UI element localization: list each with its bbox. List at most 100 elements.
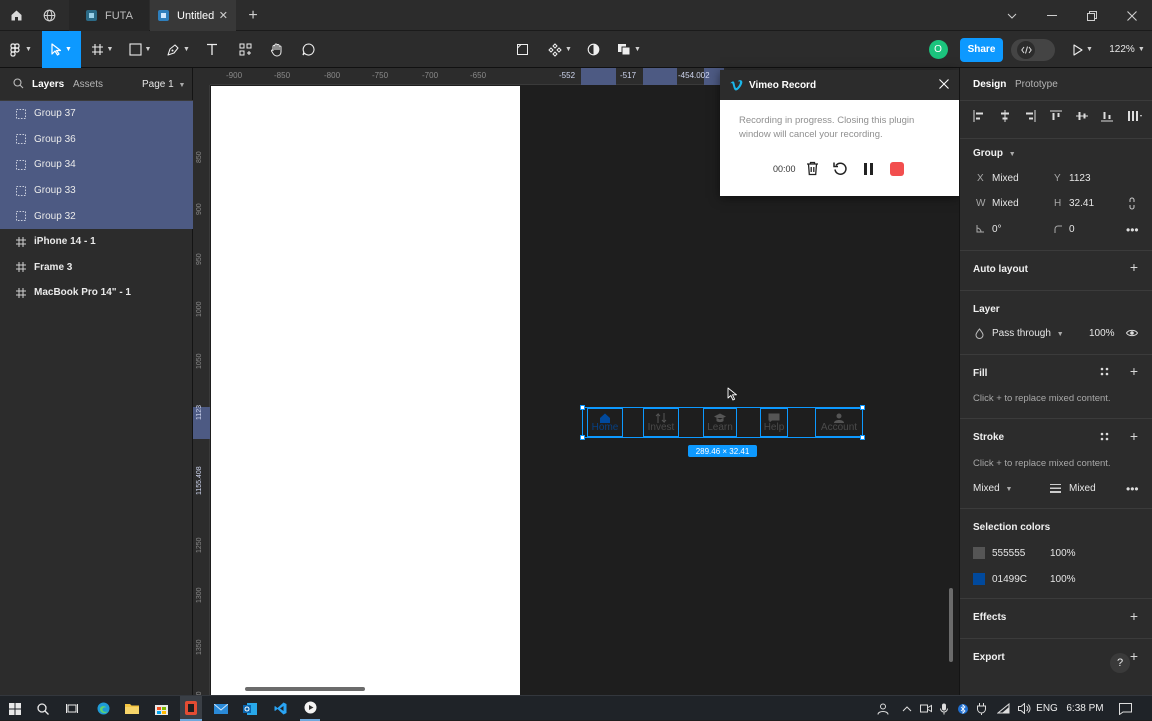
stroke-weight-input[interactable]: Mixed — [1069, 483, 1096, 494]
visibility-eye-icon[interactable] — [1126, 329, 1138, 337]
avatar[interactable]: O — [927, 31, 949, 68]
color-swatch[interactable] — [973, 572, 985, 585]
main-menu-button[interactable]: ▼ — [4, 31, 38, 68]
show-hidden-icons-button[interactable] — [899, 696, 915, 721]
close-plugin-icon[interactable] — [939, 79, 949, 89]
pause-recording-icon[interactable] — [863, 163, 874, 175]
microphone-tray-icon[interactable] — [937, 696, 951, 721]
present-button[interactable]: ▼ — [1068, 31, 1098, 68]
y-input[interactable]: 1123 — [1069, 173, 1091, 184]
power-tray-icon[interactable] — [974, 696, 988, 721]
vscode-taskbar-icon[interactable] — [270, 696, 290, 721]
dev-mode-toggle[interactable] — [1011, 31, 1055, 68]
add-effect-icon[interactable]: + — [1130, 609, 1138, 623]
language-indicator[interactable]: ENG — [1035, 696, 1059, 721]
layer-row[interactable]: Group 36 — [0, 126, 193, 153]
group-dropdown[interactable]: Group ▼ — [973, 148, 1016, 159]
shape-tool-button[interactable]: ▼ — [124, 31, 156, 68]
hand-tool-button[interactable] — [265, 31, 287, 68]
fill-styles-icon[interactable] — [1100, 367, 1109, 376]
horizontal-scrollbar[interactable] — [245, 687, 365, 691]
page-selector[interactable]: Page 1 ▼ — [142, 79, 185, 90]
stop-recording-icon[interactable] — [890, 162, 904, 176]
crop-button[interactable] — [511, 31, 533, 68]
text-tool-button[interactable] — [201, 31, 223, 68]
minimize-button[interactable] — [1032, 0, 1072, 31]
constrain-proportions-icon[interactable] — [1128, 197, 1136, 210]
tab-layers[interactable]: Layers — [32, 79, 64, 90]
add-auto-layout-icon[interactable]: + — [1130, 260, 1138, 274]
component-button[interactable]: ▼ — [545, 31, 575, 68]
align-center-vertical-icon[interactable] — [1075, 110, 1088, 122]
home-tab[interactable] — [0, 0, 32, 31]
corner-radius-input[interactable]: 0 — [1069, 224, 1075, 235]
align-right-icon[interactable] — [1024, 110, 1036, 122]
close-tab-icon[interactable]: ✕ — [219, 9, 228, 22]
search-icon[interactable] — [13, 78, 27, 92]
share-button[interactable]: Share — [960, 37, 1003, 62]
stroke-styles-icon[interactable] — [1100, 432, 1109, 441]
restore-button[interactable] — [1072, 0, 1112, 31]
outlook-taskbar-icon[interactable] — [240, 696, 260, 721]
delete-recording-icon[interactable] — [806, 161, 819, 176]
file-explorer-taskbar-icon[interactable] — [122, 696, 142, 721]
resize-handle[interactable] — [580, 405, 585, 410]
tab-design[interactable]: Design — [973, 79, 1006, 90]
store-taskbar-icon[interactable] — [151, 696, 171, 721]
figma-taskbar-icon[interactable] — [180, 696, 202, 721]
help-button[interactable]: ? — [1110, 653, 1130, 673]
w-input[interactable]: Mixed — [992, 198, 1019, 209]
color-opacity[interactable]: 100% — [1050, 548, 1076, 559]
stroke-more-icon[interactable]: ••• — [1126, 482, 1139, 496]
color-hex[interactable]: 555555 — [992, 548, 1025, 559]
nav-item-home[interactable]: Home — [587, 408, 623, 437]
nav-item-help[interactable]: Help — [760, 408, 788, 437]
task-view-button[interactable] — [62, 696, 82, 721]
layer-row[interactable]: Group 33 — [0, 177, 193, 204]
color-swatch[interactable] — [973, 547, 985, 559]
resize-handle[interactable] — [860, 405, 865, 410]
zoom-dropdown[interactable]: 122% ▼ — [1105, 31, 1149, 68]
resize-handle[interactable] — [580, 435, 585, 440]
layer-row[interactable]: MacBook Pro 14" - 1 — [0, 280, 193, 306]
move-tool-button[interactable]: ▼ — [42, 31, 81, 68]
align-left-icon[interactable] — [973, 110, 985, 122]
stroke-position-dropdown[interactable]: Mixed ▼ — [973, 483, 1012, 494]
align-top-icon[interactable] — [1049, 110, 1062, 122]
meet-now-tray-icon[interactable] — [918, 696, 934, 721]
bluetooth-tray-icon[interactable] — [956, 696, 970, 721]
layer-row[interactable]: Frame 3 — [0, 255, 193, 281]
people-tray-icon[interactable] — [874, 696, 892, 721]
tab-futa[interactable]: FUTA — [69, 0, 149, 31]
h-input[interactable]: 32.41 — [1069, 198, 1094, 209]
align-bottom-icon[interactable] — [1101, 110, 1114, 122]
blend-mode-dropdown[interactable]: Pass through ▼ — [992, 328, 1064, 339]
rotation-input[interactable]: 0° — [992, 224, 1002, 235]
nav-item-account[interactable]: Account — [815, 408, 863, 437]
wifi-tray-icon[interactable] — [995, 696, 1011, 721]
vertical-scrollbar[interactable] — [949, 588, 953, 662]
layer-row[interactable]: iPhone 14 - 1 — [0, 229, 193, 255]
windows-start-button[interactable] — [4, 696, 26, 721]
edge-taskbar-icon[interactable] — [93, 696, 113, 721]
restart-recording-icon[interactable] — [833, 161, 848, 176]
resize-handle[interactable] — [860, 435, 865, 440]
layer-row[interactable]: Group 32 — [0, 203, 193, 229]
x-input[interactable]: Mixed — [992, 173, 1019, 184]
tab-assets[interactable]: Assets — [73, 79, 103, 90]
more-options-icon[interactable]: ••• — [1126, 223, 1139, 237]
layer-row[interactable]: Group 37 — [0, 101, 193, 127]
resources-button[interactable] — [234, 31, 256, 68]
comment-tool-button[interactable] — [297, 31, 319, 68]
taskbar-search-button[interactable] — [33, 696, 53, 721]
add-stroke-icon[interactable]: + — [1130, 429, 1138, 443]
mail-taskbar-icon[interactable] — [211, 696, 231, 721]
color-opacity[interactable]: 100% — [1050, 574, 1076, 585]
mask-button[interactable] — [582, 31, 604, 68]
new-tab-button[interactable]: + — [240, 0, 266, 31]
clock[interactable]: 6:38 PM — [1064, 696, 1106, 721]
add-export-icon[interactable]: + — [1130, 649, 1138, 663]
frame-tool-button[interactable]: ▼ — [86, 31, 118, 68]
boolean-button[interactable]: ▼ — [614, 31, 644, 68]
recorder-taskbar-icon[interactable] — [300, 696, 320, 721]
